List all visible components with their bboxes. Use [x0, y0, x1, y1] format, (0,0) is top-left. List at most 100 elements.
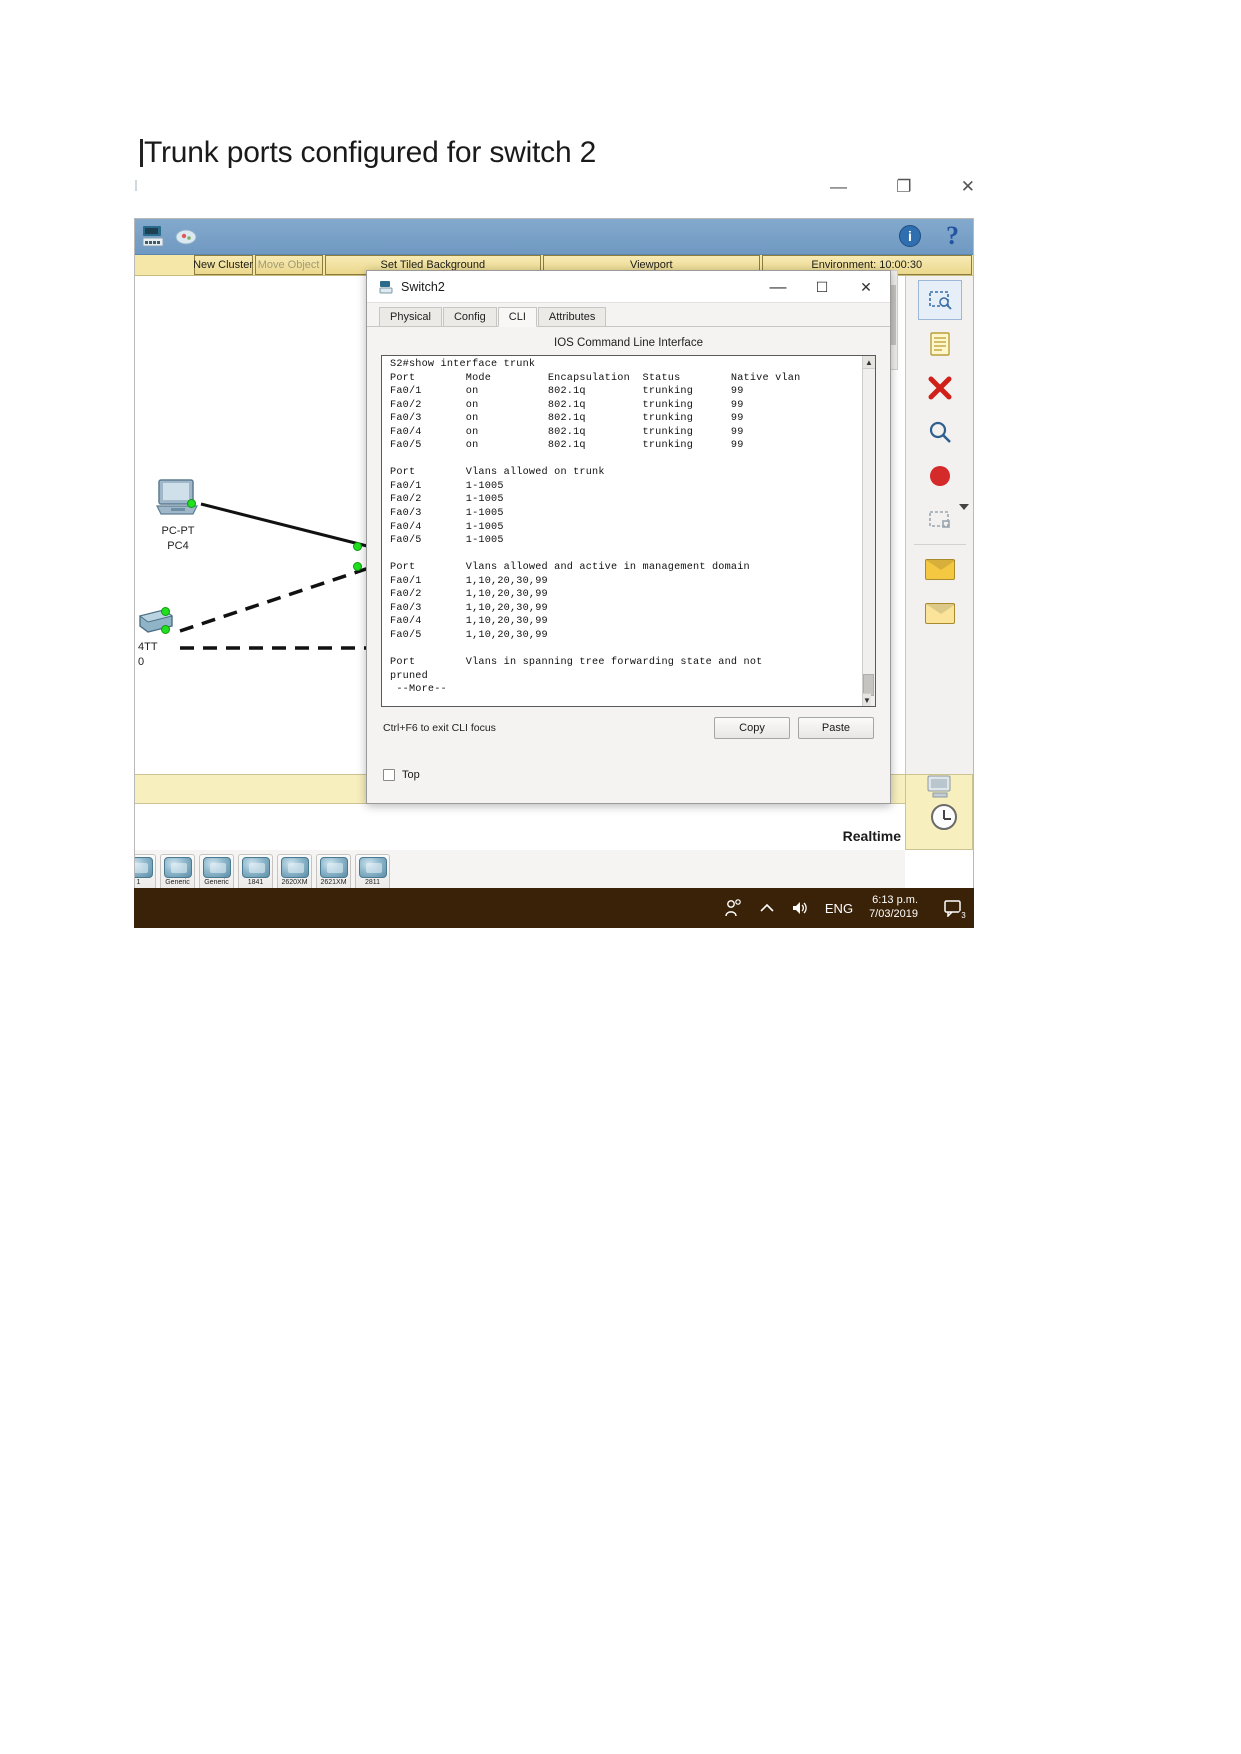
restore-icon[interactable]: ❐	[896, 178, 911, 195]
top-checkbox-label: Top	[402, 769, 420, 781]
resize-tool-button[interactable]	[918, 500, 962, 540]
dialog-titlebar: Switch2 — ☐ ✕	[367, 271, 890, 303]
copy-button[interactable]: Copy	[714, 717, 790, 739]
new-cluster-button[interactable]: New Cluster	[193, 255, 253, 275]
dialog-title: Switch2	[401, 279, 445, 294]
add-complex-pdu-button[interactable]	[918, 593, 962, 633]
pc-icon	[156, 479, 198, 515]
system-tray: ENG 6:13 p.m. 7/03/2019 3	[723, 894, 969, 922]
note-icon	[929, 332, 950, 356]
clock[interactable]: 6:13 p.m. 7/03/2019	[869, 894, 918, 922]
dialog-minimize-button[interactable]: —	[756, 271, 800, 303]
top-checkbox[interactable]	[383, 769, 395, 781]
notifications-button[interactable]: 3	[944, 899, 969, 921]
dialog-maximize-button[interactable]: ☐	[800, 271, 844, 303]
clock-icon	[931, 804, 957, 830]
clock-time: 6:13 p.m.	[872, 894, 918, 907]
router-icon	[319, 857, 348, 878]
draw-shape-button[interactable]	[918, 456, 962, 496]
chevron-down-icon[interactable]	[959, 504, 969, 510]
tab-cli[interactable]: CLI	[497, 307, 537, 327]
scroll-down-icon[interactable]: ▼	[863, 693, 871, 706]
info-icon[interactable]: i	[899, 225, 921, 247]
device-label: 1841	[247, 879, 264, 886]
device-label: 2620XM	[281, 879, 308, 886]
link-status-dot	[353, 562, 362, 571]
page-title: Trunk ports configured for switch 2	[140, 136, 596, 170]
magnifier-icon	[929, 421, 951, 443]
window-controls: — ❐ ✕	[830, 172, 975, 200]
select-icon	[928, 291, 952, 310]
link-status-dot	[187, 499, 196, 508]
device-label: 2621XM	[320, 879, 347, 886]
help-icon[interactable]: ?	[946, 221, 959, 251]
select-tool-button[interactable]	[917, 280, 962, 320]
paste-button[interactable]: Paste	[798, 717, 874, 739]
switch-device-icon	[379, 280, 393, 293]
tab-physical[interactable]: Physical	[379, 307, 442, 326]
app-titlebar: i ?	[135, 219, 973, 255]
dialog-window-controls: — ☐ ✕	[756, 271, 888, 303]
tab-config[interactable]: Config	[442, 307, 497, 326]
people-icon[interactable]	[723, 899, 743, 917]
chevron-up-icon[interactable]	[759, 902, 775, 914]
node-switch[interactable]: 4TT 0	[138, 608, 174, 669]
pc-label-type: PC-PT	[161, 525, 195, 537]
tool-divider	[913, 544, 966, 545]
minimize-icon[interactable]: —	[830, 178, 847, 195]
cli-focus-hint: Ctrl+F6 to exit CLI focus	[383, 722, 496, 734]
delete-tool-button[interactable]	[918, 368, 962, 408]
language-indicator[interactable]: ENG	[825, 901, 853, 916]
note-tool-button[interactable]	[918, 324, 962, 364]
link-status-dot	[161, 607, 170, 616]
switch-label-type: 4TT	[138, 641, 158, 653]
cli-heading: IOS Command Line Interface	[554, 337, 703, 349]
windows-taskbar: ENG 6:13 p.m. 7/03/2019 3	[134, 888, 974, 928]
realtime-label: Realtime	[842, 828, 901, 844]
device-label: Generic	[165, 879, 190, 886]
clock-date: 7/03/2019	[869, 908, 918, 920]
add-simple-pdu-button[interactable]	[918, 549, 962, 589]
pc-label-name: PC4	[167, 540, 189, 553]
page-title-text: Trunk ports configured for switch 2	[144, 136, 597, 169]
router-icon	[280, 857, 309, 878]
move-object-button[interactable]: Move Object	[254, 255, 323, 275]
switch-device-icon	[142, 226, 164, 247]
close-icon[interactable]: ✕	[961, 178, 975, 195]
router-icon	[135, 857, 153, 878]
dialog-footer: Ctrl+F6 to exit CLI focus Copy Paste	[367, 707, 890, 739]
circle-shape-icon	[929, 466, 950, 486]
device-label: 2811	[364, 879, 381, 886]
inspect-tool-button[interactable]	[918, 412, 962, 452]
text-cursor	[140, 139, 143, 167]
tools-panel	[905, 276, 973, 774]
envelope-open-icon	[924, 602, 956, 624]
node-pc4[interactable]: PC-PT PC4	[155, 478, 201, 553]
cli-console[interactable]: S2#show interface trunk Port Mode Encaps…	[381, 355, 876, 707]
link-status-dot	[161, 625, 170, 634]
cli-output-text: S2#show interface trunk Port Mode Encaps…	[390, 359, 801, 696]
envelope-closed-icon	[924, 558, 956, 580]
notification-badge: 3	[958, 910, 969, 921]
cli-scrollbar[interactable]: ▲ ▼	[862, 356, 875, 706]
top-checkbox-row[interactable]: Top	[383, 769, 420, 781]
device-label: Generic	[204, 879, 229, 886]
device-label: 1	[136, 879, 141, 886]
dialog-tabs: Physical Config CLI Attributes	[367, 303, 890, 327]
scroll-up-icon[interactable]: ▲	[863, 356, 875, 369]
tab-attributes[interactable]: Attributes	[537, 307, 607, 326]
device-thumbnail-icon	[927, 775, 951, 798]
switch2-dialog: Switch2 — ☐ ✕ Physical Config CLI Attrib…	[366, 270, 891, 804]
router-icon	[163, 857, 192, 878]
close-x-icon	[928, 376, 951, 400]
router-icon	[241, 857, 270, 878]
link-status-dot	[353, 542, 362, 551]
router-icon	[358, 857, 387, 878]
switch-label-name: 0	[138, 656, 145, 669]
router-icon	[202, 857, 231, 878]
resize-icon	[928, 511, 950, 528]
cloud-icon	[175, 229, 197, 245]
volume-icon[interactable]	[791, 900, 809, 916]
dialog-close-button[interactable]: ✕	[844, 271, 888, 303]
